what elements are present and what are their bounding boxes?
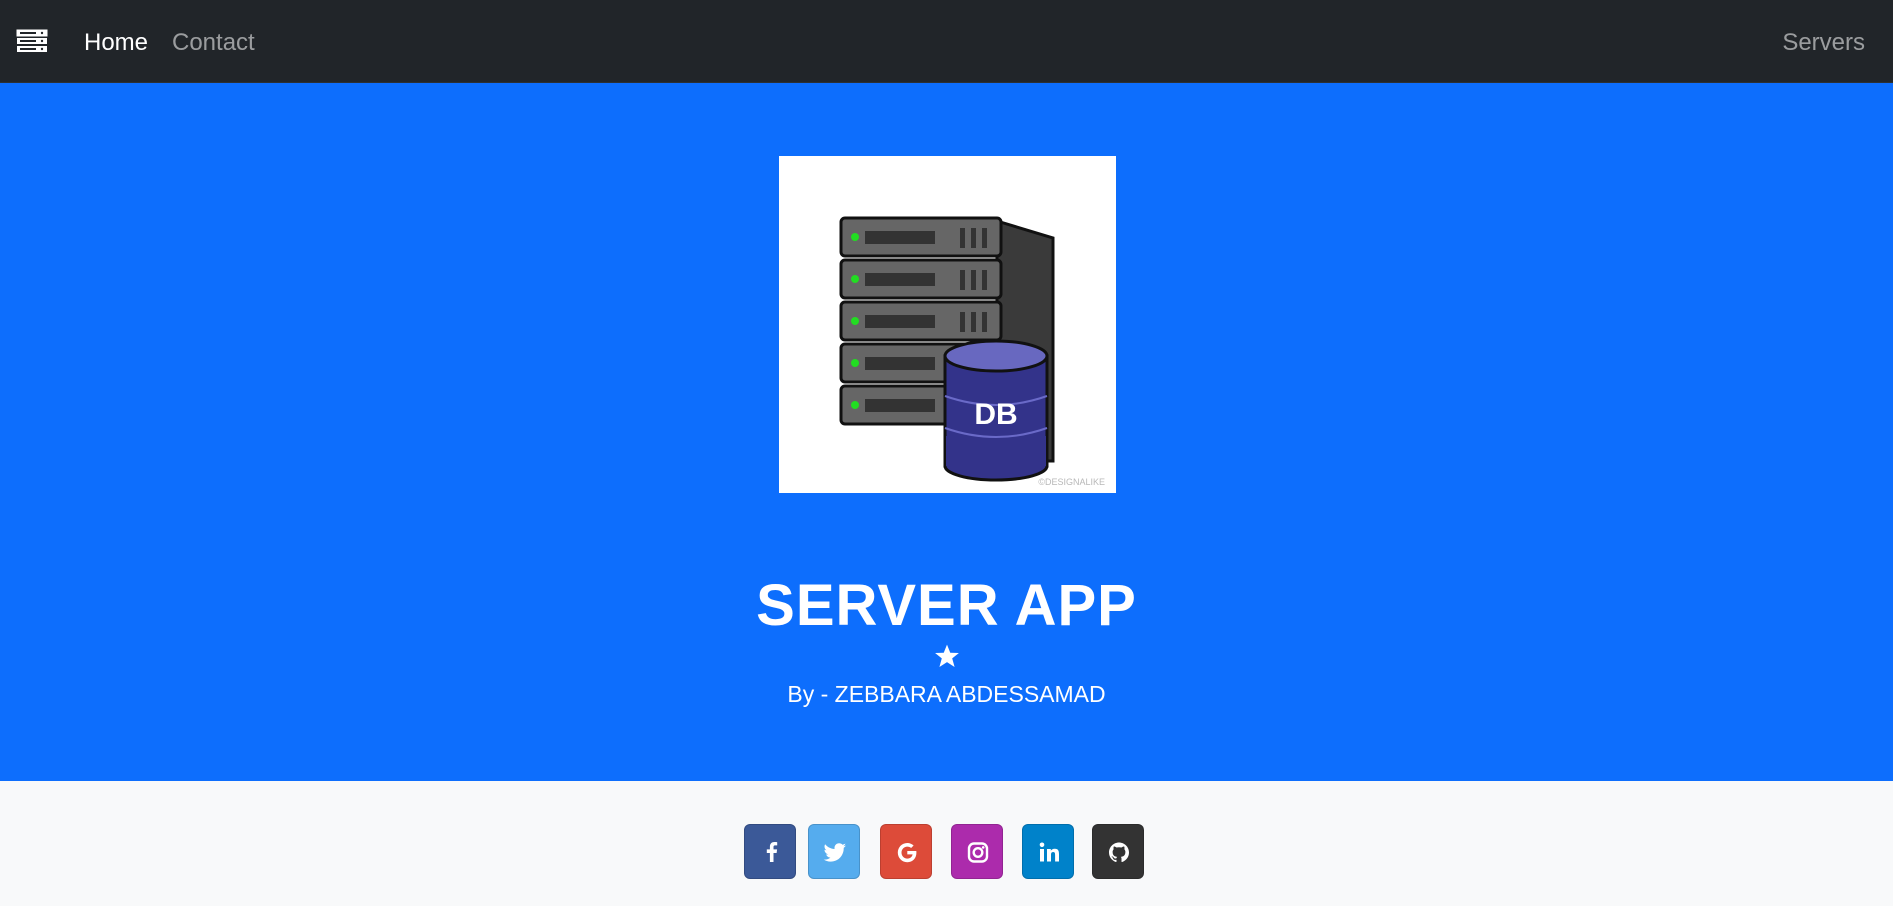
server-rack-icon[interactable] [16,28,50,56]
google-button[interactable] [880,824,932,879]
twitter-icon [823,843,846,862]
star-icon [934,643,960,669]
footer [0,781,1893,906]
page-title: SERVER APP [756,573,1137,638]
server-db-logo: DB ©DESIGNALIKE [779,156,1116,493]
author-byline: By - ZEBBARA ABDESSAMAD [787,681,1106,707]
image-watermark: ©DESIGNALIKE [1038,477,1105,487]
nav-link-contact[interactable]: Contact [172,29,255,57]
server-unit [839,216,1003,258]
top-navbar: Home Contact Servers [0,0,1893,83]
github-button[interactable] [1092,824,1144,879]
instagram-button[interactable] [951,824,1003,879]
linkedin-icon [1039,842,1059,862]
github-icon [1109,842,1129,863]
instagram-icon [967,842,989,863]
hero-section: DB ©DESIGNALIKE SERVER APP By - ZEBBARA … [0,83,1893,781]
google-icon [897,843,917,863]
facebook-button[interactable] [744,824,796,879]
facebook-icon [766,842,778,862]
linkedin-button[interactable] [1022,824,1074,879]
nav-link-home[interactable]: Home [84,29,148,57]
nav-link-servers[interactable]: Servers [1782,29,1865,57]
twitter-button[interactable] [808,824,860,879]
db-label: DB [974,398,1017,431]
